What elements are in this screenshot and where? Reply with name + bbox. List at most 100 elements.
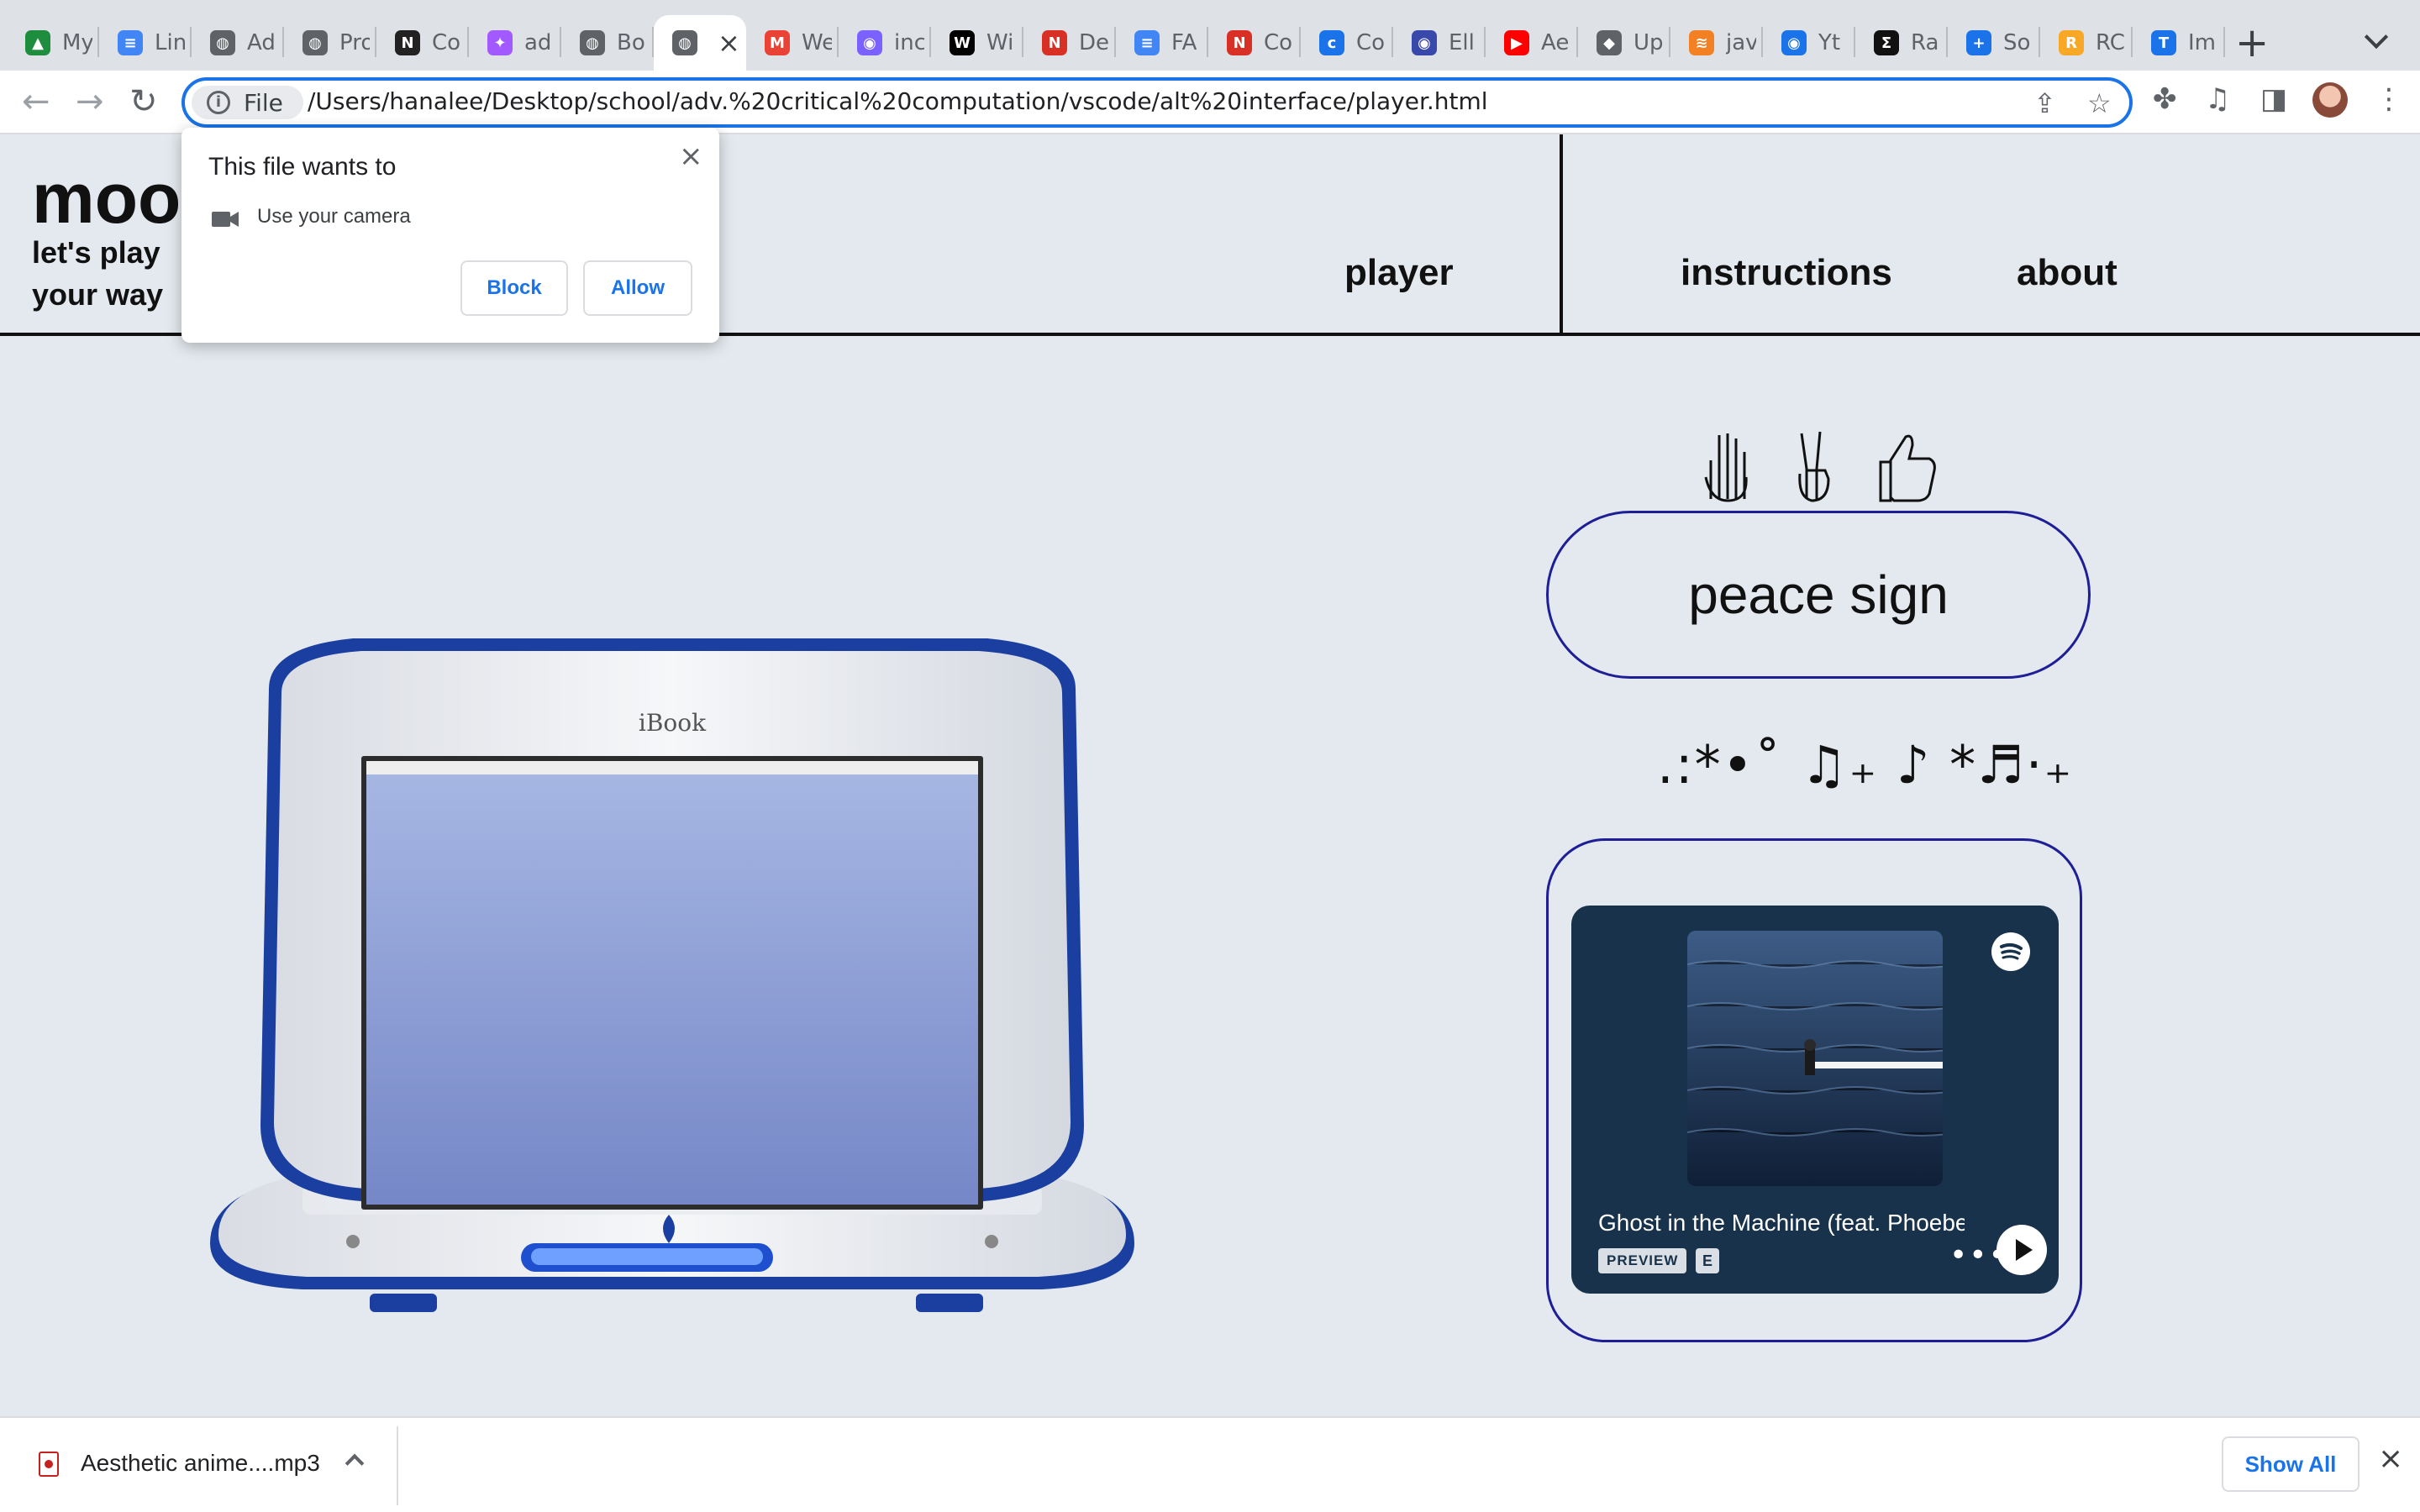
album-cover-image — [1687, 931, 1943, 1186]
header-divider-vertical — [1560, 134, 1563, 334]
browser-tab[interactable]: ▶ Ae — [1486, 15, 1578, 71]
browser-tab[interactable]: ◉ Ell — [1393, 15, 1486, 71]
spotify-embed: Ghost in the Machine (feat. Phoebe Bridg… — [1571, 906, 2059, 1294]
browser-tab[interactable]: W Wi — [931, 15, 1023, 71]
notion-icon: N — [395, 30, 420, 55]
browser-tab[interactable]: ◉ Yt — [1763, 15, 1855, 71]
audio-file-icon — [39, 1452, 59, 1477]
tab-title: Bo — [617, 30, 645, 55]
tab-title: FA — [1171, 30, 1197, 55]
browser-tab[interactable]: ≡ Lin — [99, 15, 192, 71]
download-filename[interactable]: Aesthetic anime....mp3 — [81, 1450, 320, 1477]
camera-icon — [212, 212, 239, 227]
browser-tab[interactable]: N De — [1023, 15, 1116, 71]
site-info-chip[interactable]: i File — [192, 86, 303, 119]
share-icon[interactable]: ⇪ — [2033, 87, 2056, 119]
profile-avatar[interactable] — [2312, 82, 2348, 118]
browser-tab[interactable]: ✦ ad — [469, 15, 561, 71]
ibook-label: iBook — [639, 709, 707, 737]
info-icon: i — [207, 91, 230, 114]
nav-link-instructions[interactable]: instructions — [1681, 252, 1892, 294]
popup-close-icon[interactable]: × — [679, 139, 703, 173]
globe-icon: ◍ — [580, 30, 605, 55]
browser-tab[interactable]: N Co — [1208, 15, 1301, 71]
side-panel-icon[interactable]: ◨ — [2260, 82, 2287, 116]
site-tagline: let's play your way — [32, 232, 163, 316]
show-all-button[interactable]: Show All — [2222, 1436, 2360, 1492]
media-controls-icon[interactable]: ♫ — [2205, 82, 2230, 116]
browser-tab[interactable]: R RC — [2040, 15, 2133, 71]
extensions-puzzle-icon[interactable]: ✤ — [2153, 82, 2177, 116]
browser-tab[interactable]: + So — [1948, 15, 2040, 71]
browser-tab[interactable]: ◍ Pro — [284, 15, 376, 71]
play-button[interactable] — [1996, 1225, 2047, 1275]
menu-kebab-icon[interactable]: ⋮ — [2375, 82, 2403, 116]
browser-tab[interactable]: N Co — [376, 15, 469, 71]
gesture-icons — [1704, 431, 1936, 502]
tab-title: We — [802, 30, 832, 55]
forward-button[interactable]: → — [76, 82, 104, 121]
explicit-badge: E — [1696, 1248, 1719, 1273]
browser-tab[interactable]: ◆ Up — [1578, 15, 1670, 71]
tab-title: jav — [1726, 30, 1756, 55]
cap-icon: ◆ — [1597, 30, 1622, 55]
browser-toolbar: ← → ↻ i File /Users/hanalee/Desktop/scho… — [0, 71, 2420, 134]
ibook-image: iBook — [210, 638, 1134, 1312]
globe-icon: ◍ — [672, 30, 697, 55]
download-divider — [397, 1426, 398, 1505]
raised-hand-icon — [1704, 433, 1748, 502]
youtube-icon: ▶ — [1504, 30, 1529, 55]
browser-tab[interactable]: Σ Ra — [1855, 15, 1948, 71]
stack-icon: ≋ — [1689, 30, 1714, 55]
wix-icon: W — [950, 30, 975, 55]
site-info-label: File — [244, 88, 283, 117]
tagline-line-1: let's play — [32, 235, 160, 270]
browser-tab[interactable]: ≡ FA — [1116, 15, 1208, 71]
tab-title: Ell — [1449, 30, 1475, 55]
back-button[interactable]: ← — [22, 82, 50, 121]
browser-tab[interactable]: ▲ My — [7, 15, 99, 71]
globe-icon: ◍ — [210, 30, 235, 55]
tab-separator — [2223, 27, 2225, 57]
peace-sign-icon — [1798, 431, 1830, 502]
allow-button[interactable]: Allow — [583, 260, 692, 316]
popup-title: This file wants to — [208, 153, 397, 181]
spotify-logo-icon[interactable] — [1991, 932, 2030, 971]
c-icon: c — [1319, 30, 1344, 55]
block-button[interactable]: Block — [460, 260, 568, 316]
google-docs-icon: ≡ — [118, 30, 143, 55]
tab-title: Co — [1356, 30, 1386, 55]
close-download-bar-icon[interactable]: × — [2378, 1441, 2403, 1476]
close-tab-icon[interactable]: × — [718, 27, 740, 59]
browser-tab[interactable]: c Co — [1301, 15, 1393, 71]
track-title[interactable]: Ghost in the Machine (feat. Phoebe Bridg… — [1598, 1210, 1965, 1236]
tab-title: So — [2003, 30, 2031, 55]
tab-search-chevron-icon[interactable] — [2364, 24, 2389, 50]
chevron-up-icon[interactable] — [345, 1453, 365, 1473]
nav-link-about[interactable]: about — [2017, 252, 2118, 294]
new-tab-button[interactable]: + — [2235, 20, 2269, 66]
app-icon: ◉ — [1781, 30, 1807, 55]
tagline-line-2: your way — [32, 277, 164, 312]
browser-tab[interactable]: ◍ Bo — [561, 15, 654, 71]
bookmark-star-icon[interactable]: ☆ — [2087, 87, 2112, 119]
tab-title: ad — [524, 30, 552, 55]
reload-button[interactable]: ↻ — [129, 82, 158, 121]
browser-tab[interactable]: ◉ inc — [839, 15, 931, 71]
browser-tab[interactable]: T Im — [2133, 15, 2225, 71]
browser-tab[interactable]: ◍ Ad — [192, 15, 284, 71]
gesture-label-box: peace sign — [1546, 511, 2091, 679]
nav-link-player[interactable]: player — [1344, 252, 1454, 294]
tab-title: Pro — [339, 30, 370, 55]
address-bar[interactable]: i File /Users/hanalee/Desktop/school/adv… — [182, 77, 2133, 128]
tab-strip: ▲ My ≡ Lin ◍ Ad ◍ Pro N Co ✦ ad ◍ Bo ◍ × M We ◉ inc W Wi N De ≡ F… — [0, 0, 2420, 71]
tab-title: Ra — [1911, 30, 1939, 55]
browser-tab[interactable]: M We — [746, 15, 839, 71]
google-docs-icon: ≡ — [1134, 30, 1160, 55]
browser-tab[interactable]: ≋ jav — [1670, 15, 1763, 71]
browser-tab[interactable]: ◍ × — [654, 15, 746, 71]
url-text[interactable]: /Users/hanalee/Desktop/school/adv.%20cri… — [308, 87, 1488, 115]
preview-badge: PREVIEW — [1598, 1248, 1687, 1273]
tab-title: Im — [2188, 30, 2216, 55]
figma-icon: ✦ — [487, 30, 513, 55]
